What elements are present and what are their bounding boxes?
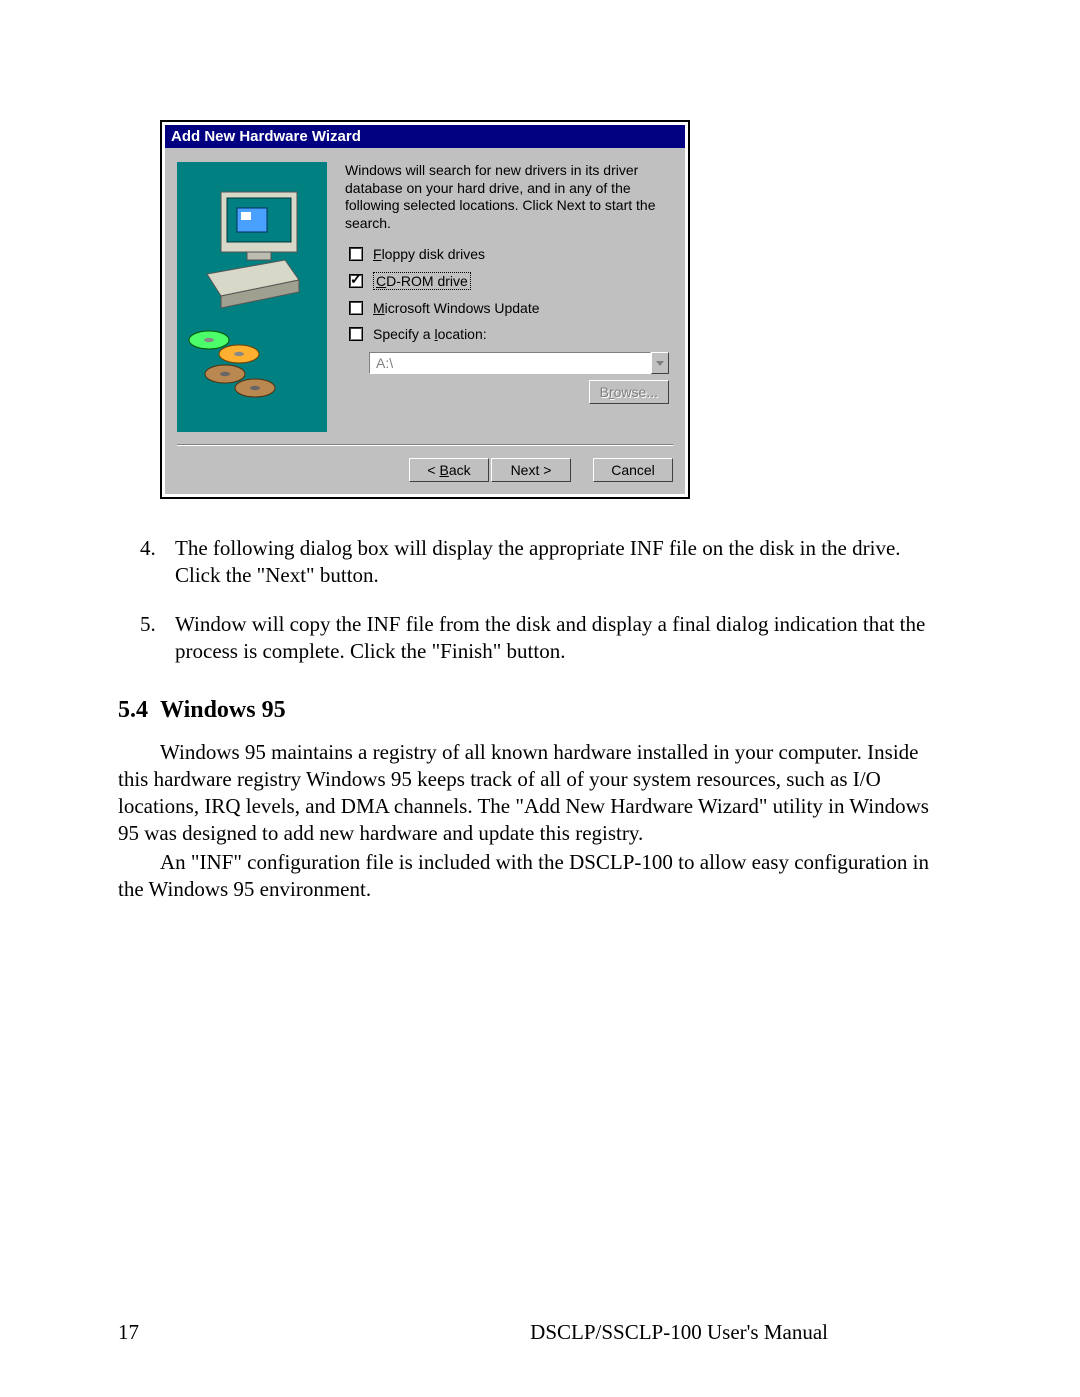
step-4: 4. The following dialog box will display…	[118, 535, 958, 589]
location-dropdown-button[interactable]	[651, 352, 669, 374]
location-value: A:\	[376, 355, 393, 371]
specify-location-label: Specify a location:	[373, 326, 487, 342]
specify-location-option[interactable]: Specify a location:	[349, 326, 669, 342]
page-number: 17	[118, 1320, 139, 1345]
paragraph-1: Windows 95 maintains a registry of all k…	[118, 739, 958, 847]
browse-button[interactable]: Browse...	[589, 380, 669, 404]
cancel-button[interactable]: Cancel	[593, 458, 673, 482]
step-number: 4.	[118, 535, 173, 589]
cdrom-option[interactable]: CD-ROM drive	[349, 272, 669, 290]
wizard-graphic	[177, 162, 327, 432]
specify-location-checkbox[interactable]	[349, 327, 363, 341]
step-text: Window will copy the INF file from the d…	[173, 611, 958, 665]
back-button[interactable]: < Back	[409, 458, 489, 482]
step-text: The following dialog box will display th…	[173, 535, 958, 589]
cdrom-checkbox[interactable]	[349, 274, 363, 288]
windows-update-option[interactable]: Microsoft Windows Update	[349, 300, 669, 316]
chevron-down-icon	[656, 361, 664, 366]
floppy-option[interactable]: Floppy disk drives	[349, 246, 669, 262]
cdrom-label: CD-ROM drive	[373, 272, 471, 290]
section-heading: 5.4 Windows 95	[118, 695, 958, 726]
wizard-dialog-screenshot: Add New Hardware Wizard	[160, 120, 690, 499]
step-5: 5. Window will copy the INF file from th…	[118, 611, 958, 665]
floppy-label: Floppy disk drives	[373, 246, 485, 262]
next-button[interactable]: Next >	[491, 458, 571, 482]
footer-title: DSCLP/SSCLP-100 User's Manual	[530, 1320, 828, 1345]
floppy-checkbox[interactable]	[349, 247, 363, 261]
instruction-text: Windows will search for new drivers in i…	[345, 162, 669, 232]
windows-update-label: Microsoft Windows Update	[373, 300, 540, 316]
paragraph-2: An "INF" configuration file is included …	[118, 849, 958, 903]
step-number: 5.	[118, 611, 173, 665]
dialog-title: Add New Hardware Wizard	[165, 125, 685, 148]
location-input[interactable]: A:\	[369, 352, 651, 374]
windows-update-checkbox[interactable]	[349, 301, 363, 315]
